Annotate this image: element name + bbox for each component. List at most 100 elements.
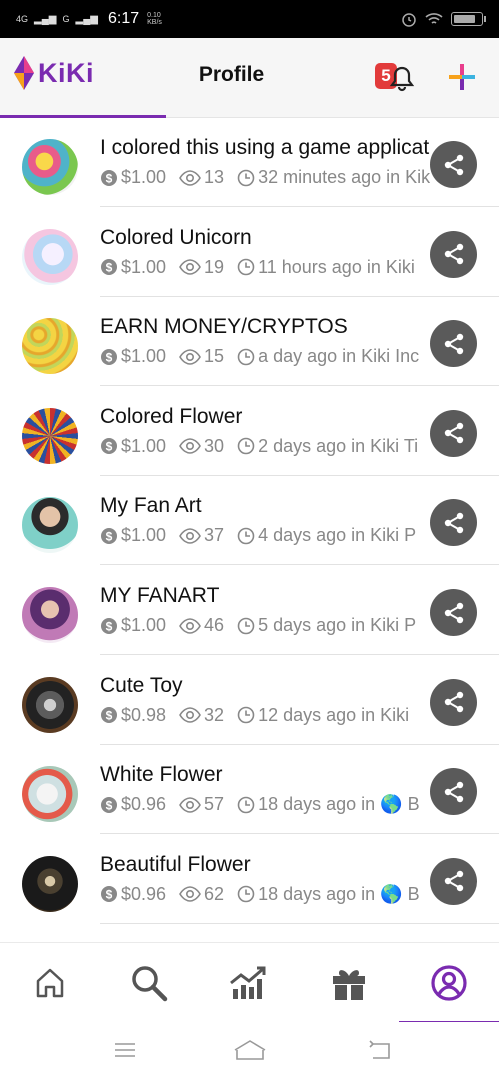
post-title[interactable]: I colored this using a game application <box>100 136 430 160</box>
share-button[interactable] <box>430 409 477 457</box>
post-list-item[interactable]: EARN MONEY/CRYPTOS $ $1.00 15 a day ago in K… <box>0 297 499 387</box>
post-title[interactable]: Colored Flower <box>100 405 430 429</box>
coin-icon: $ <box>101 707 117 724</box>
time-value: 12 days ago in Kiki <box>258 704 410 725</box>
post-list-item[interactable]: Colored Flower $ $1.00 30 2 days ago in Kiki… <box>0 387 499 476</box>
post-price: $ $1.00 <box>100 167 166 188</box>
post-title[interactable]: My Fan Art <box>100 494 430 518</box>
post-title[interactable]: MY FANART <box>100 584 430 608</box>
nav-trending-button[interactable] <box>229 963 269 1003</box>
post-time: 18 days ago in 🌎 B <box>237 794 420 815</box>
views-value: 15 <box>204 346 225 367</box>
post-time: 5 days ago in Kiki P <box>237 615 416 636</box>
eye-icon <box>179 886 201 903</box>
clock-icon <box>237 348 255 365</box>
post-thumbnail[interactable] <box>22 855 78 912</box>
time-value: 11 hours ago in Kiki <box>258 256 415 277</box>
post-list-item[interactable]: White Flower $ $0.96 57 18 days ago in 🌎 B <box>0 745 499 835</box>
signal-bars-icon: ▂▄▆ <box>34 13 57 25</box>
add-post-button[interactable] <box>449 64 475 90</box>
post-price: $ $1.00 <box>100 346 166 367</box>
post-thumbnail[interactable] <box>22 139 78 195</box>
post-list-item[interactable]: Colored Unicorn $ $1.00 19 11 hours ago in K… <box>0 208 499 297</box>
coin-icon: $ <box>101 886 117 903</box>
post-title[interactable]: Colored Unicorn <box>100 226 430 250</box>
time-value: 4 days ago in Kiki P <box>258 525 417 546</box>
coin-icon: $ <box>101 527 117 544</box>
coin-icon: $ <box>101 617 117 634</box>
signal-indicator-g: G <box>62 14 70 24</box>
menu-icon[interactable] <box>113 1038 137 1062</box>
post-title[interactable]: Beautiful Flower <box>100 853 430 877</box>
post-price: $ $1.00 <box>100 257 166 278</box>
post-list-item[interactable]: Beautiful Flower $ $0.96 62 18 days ago in 🌎… <box>0 835 499 924</box>
alarm-icon <box>402 13 416 27</box>
home-icon <box>36 968 64 998</box>
app-bar: KiKi Profile 5 <box>0 38 499 118</box>
post-list-item[interactable]: Cute Toy $ $0.98 32 12 days ago in Kiki <box>0 656 499 745</box>
eye-icon <box>179 617 201 634</box>
share-button[interactable] <box>430 589 477 636</box>
post-time: 12 days ago in Kiki <box>237 705 409 726</box>
share-button[interactable] <box>430 320 477 368</box>
post-thumbnail[interactable] <box>22 676 78 733</box>
post-thumbnail[interactable] <box>22 497 78 554</box>
post-views: 37 <box>179 525 224 546</box>
post-meta: $ $1.00 15 a day ago in Kiki Inc <box>100 346 430 367</box>
eye-icon <box>179 438 201 455</box>
share-button[interactable] <box>430 499 477 547</box>
post-title[interactable]: Cute Toy <box>100 674 430 698</box>
post-meta: $ $0.98 32 12 days ago in Kiki <box>100 705 430 726</box>
nav-home-button[interactable] <box>30 963 70 1003</box>
post-thumbnail[interactable] <box>22 407 78 464</box>
share-icon <box>444 423 463 444</box>
eye-icon <box>179 796 201 813</box>
post-thumbnail[interactable] <box>22 318 78 375</box>
nav-search-button[interactable] <box>129 963 169 1003</box>
back-icon[interactable] <box>367 1038 393 1062</box>
nav-gift-button[interactable] <box>329 963 369 1003</box>
share-button[interactable] <box>430 141 477 188</box>
trending-icon <box>230 966 266 999</box>
svg-text:$: $ <box>106 261 113 275</box>
bell-icon <box>389 66 415 92</box>
home-nav-icon[interactable] <box>233 1038 267 1062</box>
share-icon <box>444 691 463 713</box>
status-bar: 4G ▂▄▆ G ▂▄▆ 6:17 0.10 KB/s <box>0 0 499 38</box>
post-meta: $ $1.00 46 5 days ago in Kiki P <box>100 615 430 636</box>
time-value: 18 days ago in 🌎 B <box>258 883 420 904</box>
clock-icon <box>237 706 255 724</box>
clock: 6:17 <box>107 10 140 27</box>
svg-text:$: $ <box>106 619 113 633</box>
post-list-item[interactable]: MY FANART $ $1.00 46 5 days ago in Kiki P <box>0 566 499 655</box>
post-thumbnail[interactable] <box>22 766 78 823</box>
share-button[interactable] <box>430 678 477 726</box>
post-thumbnail[interactable] <box>22 228 78 285</box>
nav-profile-button[interactable] <box>429 963 469 1003</box>
share-button[interactable] <box>430 230 477 278</box>
post-price: $ $0.96 <box>100 794 166 815</box>
price-value: $1.00 <box>121 346 167 367</box>
eye-icon <box>179 169 201 186</box>
post-views: 46 <box>179 615 224 636</box>
share-button[interactable] <box>430 857 477 905</box>
svg-text:$: $ <box>106 529 113 543</box>
share-icon <box>444 781 463 802</box>
post-title[interactable]: White Flower <box>100 763 430 787</box>
time-value: 32 minutes ago in Kiki <box>258 167 430 187</box>
post-time: 2 days ago in Kiki Ti <box>237 436 418 457</box>
post-title[interactable]: EARN MONEY/CRYPTOS <box>100 315 430 339</box>
time-value: 5 days ago in Kiki P <box>258 615 417 635</box>
post-list-item[interactable]: I colored this using a game application $… <box>0 118 499 207</box>
coin-icon: $ <box>101 259 117 276</box>
share-button[interactable] <box>430 768 477 816</box>
post-meta: $ $1.00 37 4 days ago in Kiki P <box>100 525 430 546</box>
svg-text:$: $ <box>106 171 113 185</box>
coin-icon: $ <box>101 796 117 813</box>
notifications-button[interactable]: 5 <box>375 63 417 93</box>
post-thumbnail[interactable] <box>22 587 78 643</box>
post-list-item[interactable]: My Fan Art $ $1.00 37 4 days ago in Kiki P <box>0 476 499 566</box>
price-value: $1.00 <box>121 525 167 546</box>
price-value: $1.00 <box>121 167 167 187</box>
signal-indicator-4g: 4G <box>16 14 29 24</box>
